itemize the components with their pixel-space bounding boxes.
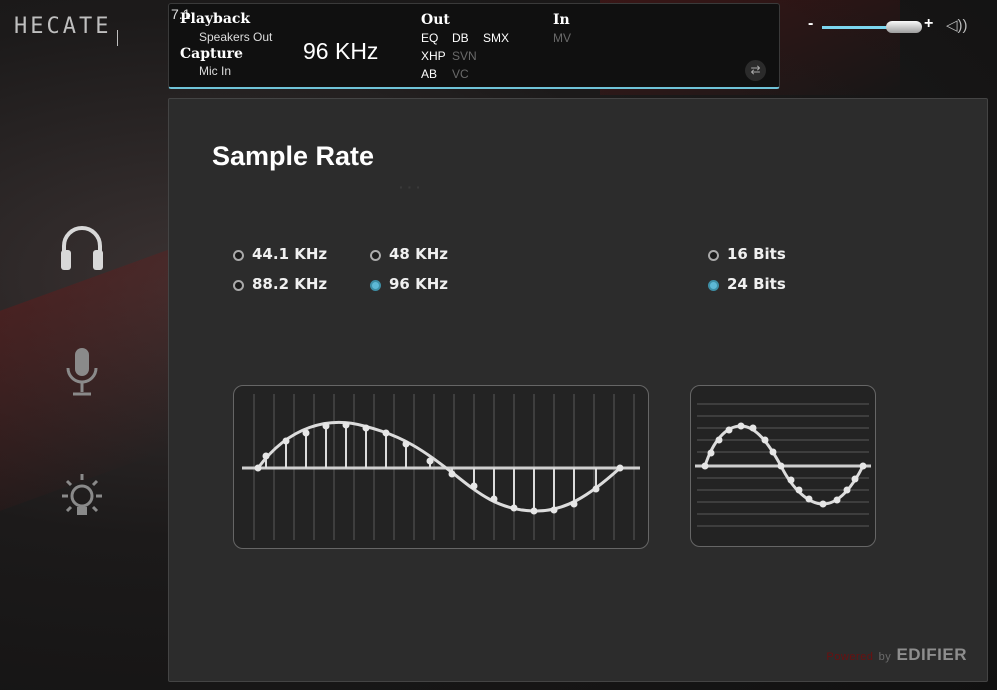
- radio-dot[interactable]: [233, 280, 244, 291]
- volume-minus-button[interactable]: -: [808, 15, 813, 33]
- out-label: Out: [421, 12, 450, 28]
- volume-control: - + ◁)): [808, 15, 973, 37]
- logo-divider: [117, 30, 118, 46]
- volume-slider-knob[interactable]: [886, 21, 922, 33]
- brand-powered: Powered: [826, 651, 874, 663]
- bit-depth-illustration: [690, 385, 876, 547]
- tag-svn[interactable]: SVN: [452, 49, 477, 63]
- ghost-text: · · ·: [399, 179, 421, 195]
- rate-label: 88.2 KHz: [252, 275, 328, 293]
- bits-option-16[interactable]: 16 Bits: [708, 245, 786, 263]
- quantized-wave-graphic: [695, 403, 871, 527]
- tag-db[interactable]: DB: [452, 31, 469, 45]
- rate-option-96[interactable]: 96 KHz: [370, 275, 448, 293]
- status-bar: 7.1 Playback Speakers Out Capture Mic In…: [168, 3, 780, 89]
- radio-dot[interactable]: [708, 250, 719, 261]
- tag-ab[interactable]: AB: [421, 67, 437, 81]
- capture-label: Capture: [180, 46, 243, 62]
- rate-label: 48 KHz: [389, 245, 449, 263]
- rate-option-88-2[interactable]: 88.2 KHz: [233, 275, 327, 293]
- rate-option-44-1[interactable]: 44.1 KHz: [233, 245, 327, 263]
- radio-dot[interactable]: [370, 280, 381, 291]
- radio-dot[interactable]: [708, 280, 719, 291]
- radio-dot[interactable]: [233, 250, 244, 261]
- playback-device[interactable]: Speakers Out: [199, 30, 272, 44]
- app-logo: HECATE: [14, 14, 112, 39]
- tag-xhp[interactable]: XHP: [421, 49, 446, 63]
- tag-eq[interactable]: EQ: [421, 31, 438, 45]
- brand-by: by: [878, 651, 892, 663]
- bits-option-24[interactable]: 24 Bits: [708, 275, 786, 293]
- sample-rate-readout: 96 KHz: [303, 38, 379, 64]
- tag-mv[interactable]: MV: [553, 31, 571, 45]
- microphone-icon[interactable]: [54, 344, 110, 400]
- radio-dot[interactable]: [370, 250, 381, 261]
- headphones-icon[interactable]: [54, 220, 110, 276]
- volume-plus-button[interactable]: +: [924, 15, 933, 33]
- in-label: In: [553, 12, 570, 28]
- swap-arrows-icon[interactable]: ⇄: [745, 60, 766, 81]
- speaker-icon[interactable]: ◁)): [946, 16, 968, 34]
- light-bulb-icon[interactable]: [54, 470, 110, 526]
- tag-vc[interactable]: VC: [452, 67, 469, 81]
- tag-smx[interactable]: SMX: [483, 31, 509, 45]
- sample-rate-panel: · · · Sample Rate 44.1 KHz 48 KHz 88.2 K…: [168, 98, 988, 682]
- brand-logo: Powered by EDIFIER: [826, 645, 967, 665]
- brand-name: EDIFIER: [896, 645, 967, 664]
- capture-device[interactable]: Mic In: [199, 64, 231, 78]
- rate-option-48[interactable]: 48 KHz: [370, 245, 448, 263]
- page-title: Sample Rate: [212, 141, 375, 171]
- bits-label: 24 Bits: [727, 275, 786, 293]
- sample-rate-illustration: [233, 385, 649, 549]
- playback-label: Playback: [180, 11, 251, 27]
- rate-label: 96 KHz: [389, 275, 449, 293]
- sampled-wave-graphic: [242, 394, 640, 540]
- rate-label: 44.1 KHz: [252, 245, 328, 263]
- bits-label: 16 Bits: [727, 245, 786, 263]
